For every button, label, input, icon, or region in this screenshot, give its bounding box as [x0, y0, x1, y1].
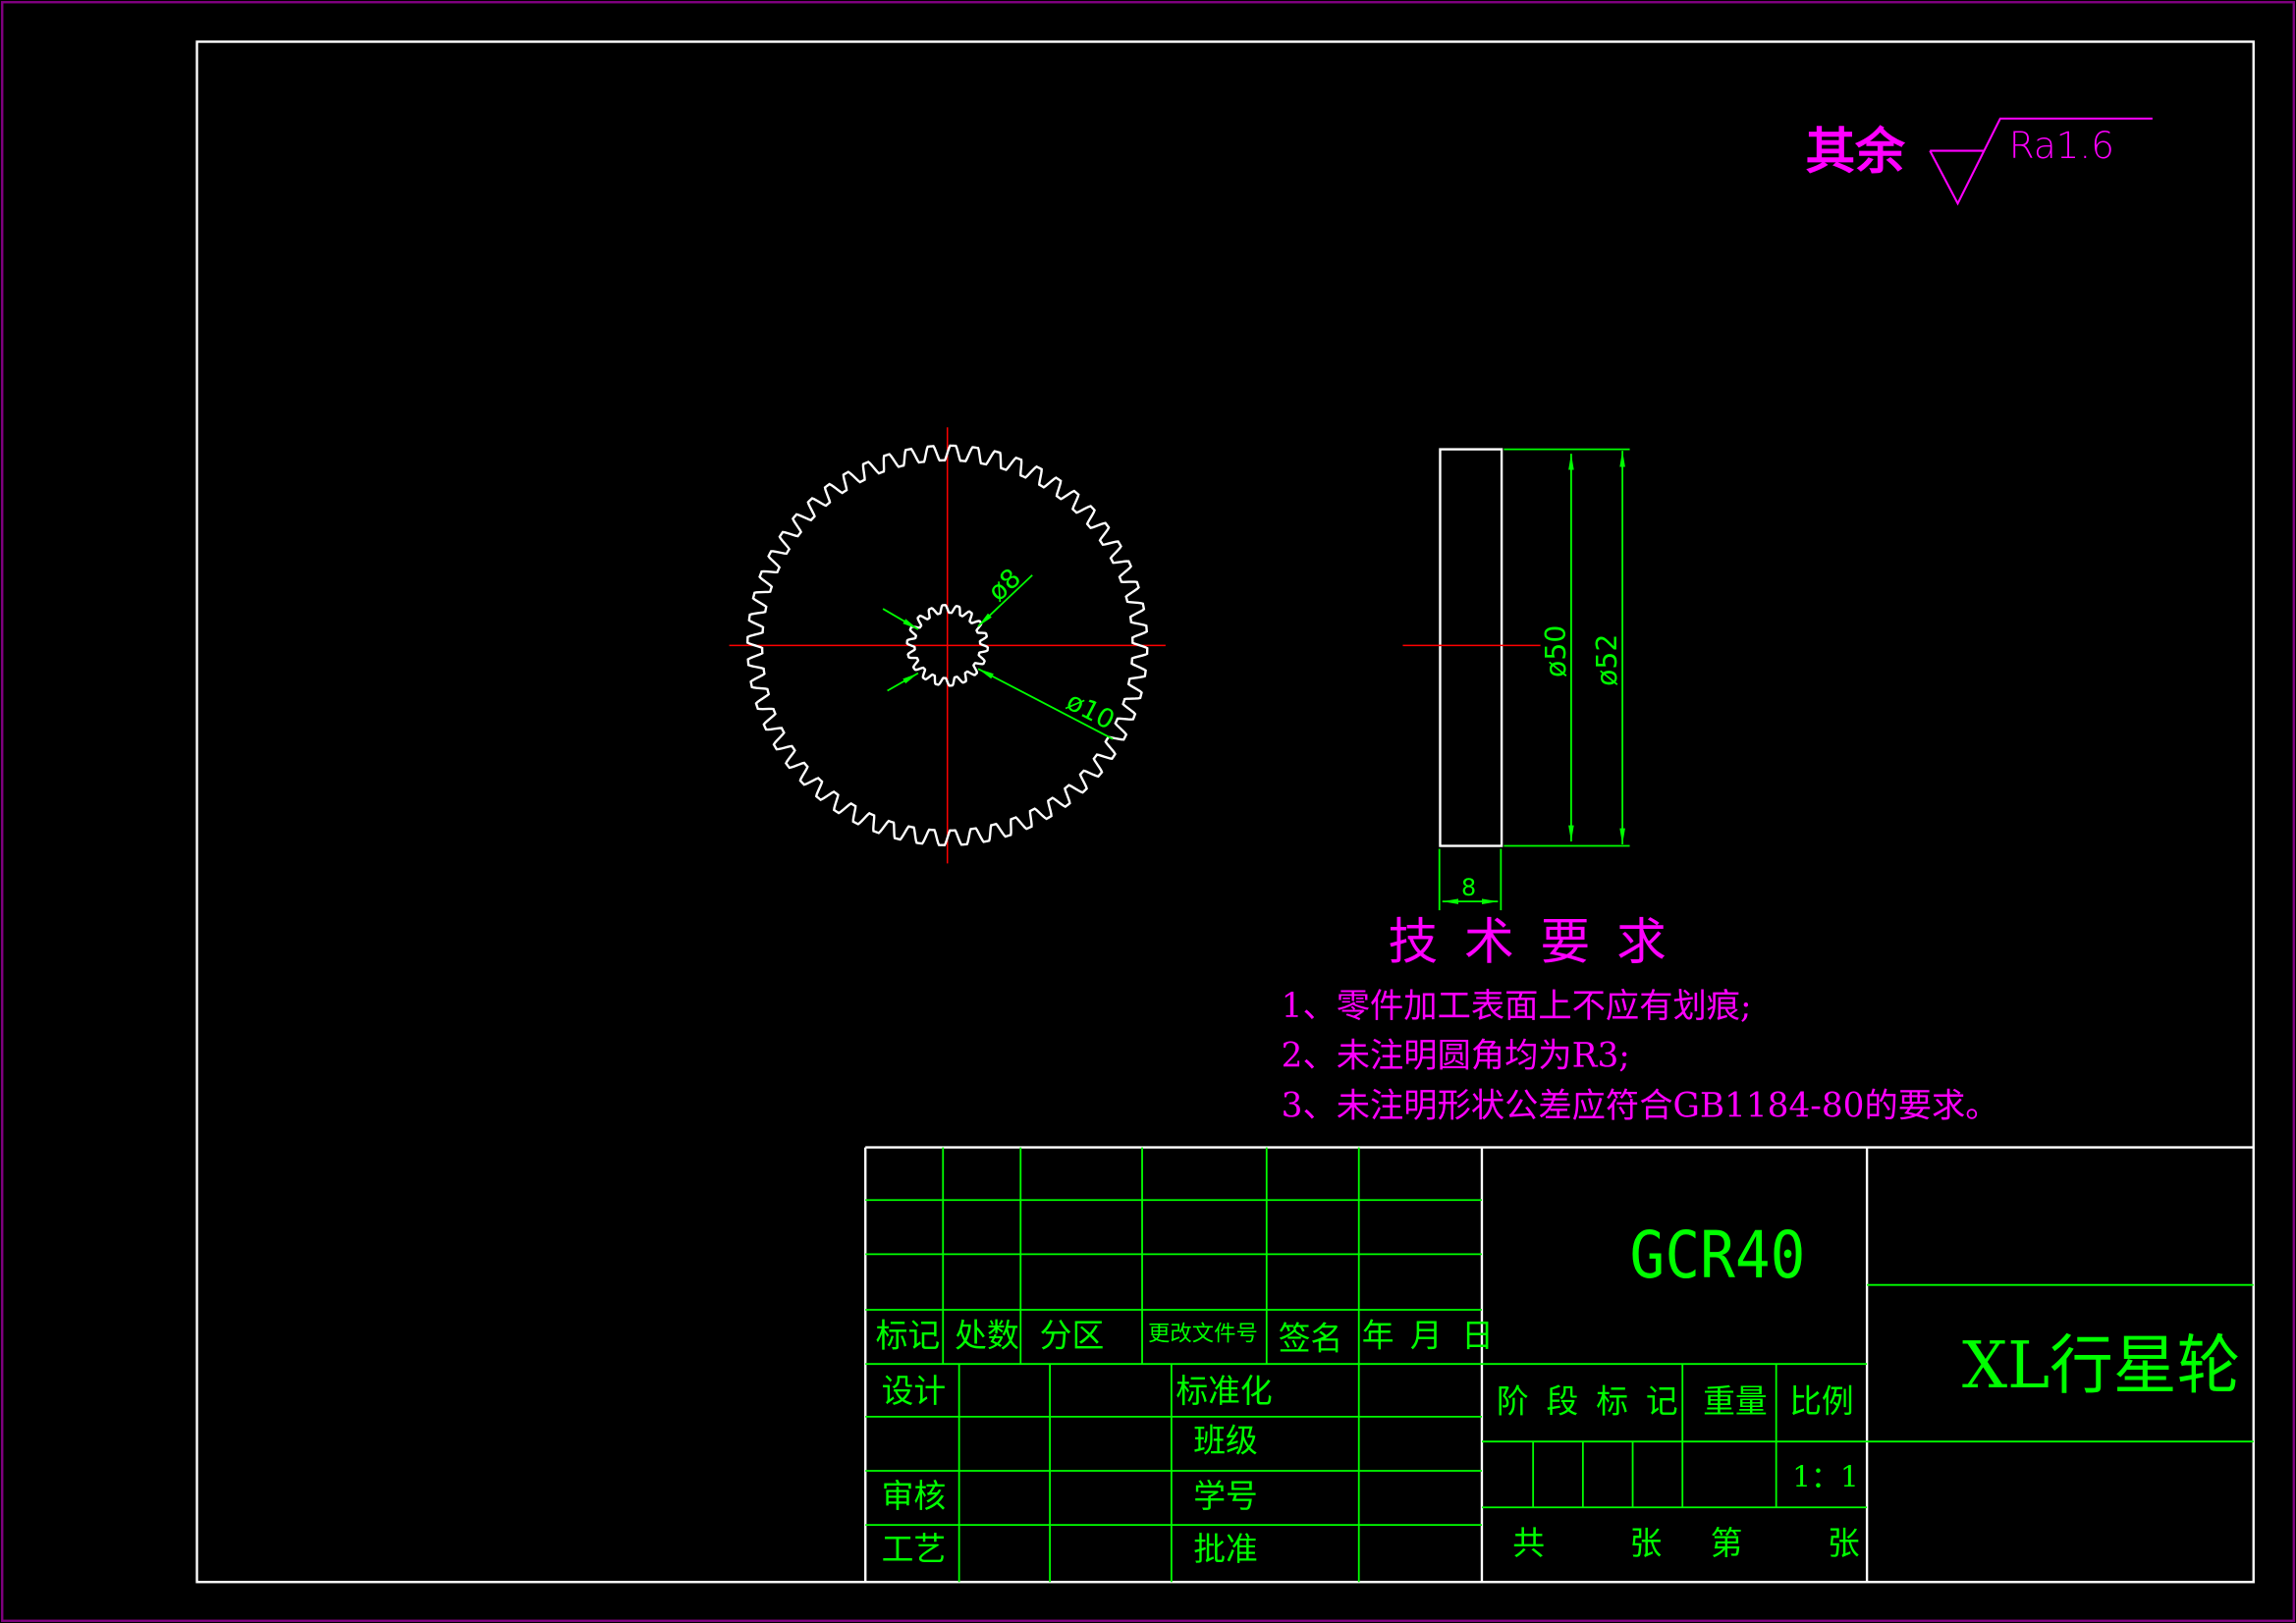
label-review: 审核	[882, 1478, 947, 1515]
label-class: 班级	[1193, 1423, 1258, 1460]
width-dimension-text: 8	[1461, 874, 1476, 901]
sheets-index-prefix: 第	[1711, 1525, 1743, 1562]
tip-diameter-text: ø52	[1591, 634, 1623, 686]
header-signature: 签名	[1279, 1320, 1343, 1357]
sheets-index-suffix: 张	[1828, 1525, 1860, 1562]
bore-dimension-text: ø8	[982, 563, 1027, 608]
material-name: GCR40	[1630, 1218, 1806, 1293]
header-month: 月	[1410, 1317, 1443, 1354]
sheets-total-prefix: 共	[1512, 1525, 1545, 1562]
requirement-item: 2、未注明圆角均为R3;	[1282, 1037, 1630, 1076]
surface-roughness-note: 其余 Ra1.6	[1805, 117, 2153, 206]
part-name: XL行星轮	[1962, 1328, 2240, 1403]
cad-drawing-sheet: 其余 Ra1.6 ø8 ø10 ø50 ø52 8 技术要求 1、零件加工表面上…	[1, 1, 2295, 1622]
root-diameter-text: ø50	[1540, 625, 1572, 677]
label-weight: 重量	[1703, 1382, 1768, 1420]
label-standardization: 标准化	[1175, 1373, 1272, 1410]
label-process: 工艺	[882, 1531, 947, 1568]
spline-dimension-text: ø10	[1062, 686, 1120, 736]
scale-value: 1：1	[1792, 1460, 1859, 1494]
spline-dimension-arrow-left	[887, 672, 919, 692]
roughness-value: Ra1.6	[2009, 124, 2114, 167]
label-student-no: 学号	[1193, 1478, 1258, 1515]
label-approve: 批准	[1193, 1531, 1258, 1568]
header-change-doc: 更改文件号	[1148, 1321, 1258, 1346]
header-mark: 标记	[876, 1317, 941, 1354]
header-year: 年	[1362, 1317, 1394, 1354]
sheets-total-suffix: 张	[1630, 1525, 1663, 1562]
label-design: 设计	[882, 1373, 947, 1410]
sheet-outer-border	[1, 1, 2295, 1622]
requirement-item: 3、未注明形状公差应符合GB1184-80的要求。	[1282, 1086, 1999, 1125]
technical-requirements-title: 技术要求	[1389, 912, 1693, 970]
gear-side-outline	[1439, 448, 1503, 847]
header-day: 日	[1461, 1317, 1494, 1354]
technical-requirements: 技术要求 1、零件加工表面上不应有划痕; 2、未注明圆角均为R3; 3、未注明形…	[1282, 912, 1999, 1125]
drawing-frame	[195, 40, 2255, 1584]
header-zone: 分区	[1040, 1317, 1105, 1354]
label-stage-mark: 阶段标记	[1497, 1382, 1696, 1420]
requirement-item: 1、零件加工表面上不应有划痕;	[1282, 987, 1752, 1026]
header-count: 处数	[955, 1317, 1019, 1354]
title-block: GCR40 XL行星轮 标记 处数 分区 更改文件号 签名 年 月 日 设计 标…	[864, 1146, 2254, 1583]
label-scale: 比例	[1789, 1382, 1854, 1420]
gear-front-view: ø8 ø10	[729, 427, 1166, 864]
gear-side-view: ø50 ø52 8	[1402, 448, 1630, 911]
roughness-prefix: 其余	[1805, 121, 1906, 180]
bore-dimension-arrow-left	[882, 608, 919, 630]
